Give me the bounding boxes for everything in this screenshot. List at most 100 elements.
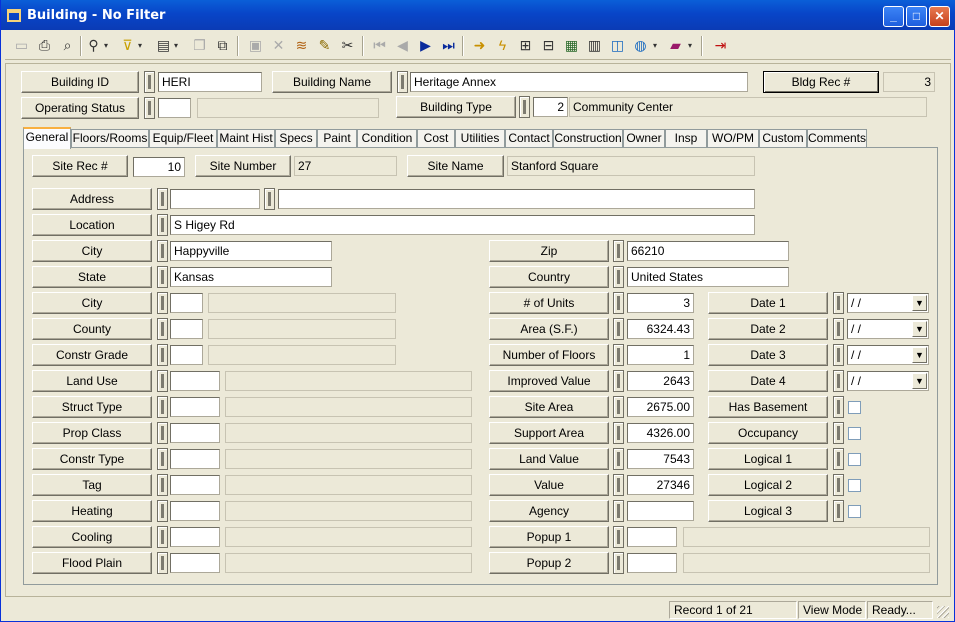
globe-icon[interactable]: ◍ xyxy=(630,35,651,56)
struct-type-field[interactable] xyxy=(170,397,220,417)
units-button[interactable]: # of Units xyxy=(489,292,609,314)
land-use-button[interactable]: Land Use xyxy=(32,370,152,392)
date3-picker[interactable]: / / ▼ xyxy=(847,345,929,365)
hierarchy-icon[interactable]: ⊞ xyxy=(515,35,536,56)
tab-equip-fleet[interactable]: Equip/Fleet xyxy=(149,129,217,148)
operating-status-button[interactable]: Operating Status xyxy=(21,97,139,119)
constr-grade-button[interactable]: Constr Grade xyxy=(32,344,152,366)
popup2-field[interactable] xyxy=(627,553,677,573)
popup1-field[interactable] xyxy=(627,527,677,547)
map-icon[interactable]: ▦ xyxy=(561,35,582,56)
first-record-icon[interactable]: ⏮ xyxy=(369,35,390,56)
site-number-button[interactable]: Site Number xyxy=(195,155,291,177)
flood-plain-field[interactable] xyxy=(170,553,220,573)
address-field-1[interactable] xyxy=(170,189,260,209)
chevron-down-icon[interactable]: ▼ xyxy=(912,347,927,363)
logical1-button[interactable]: Logical 1 xyxy=(708,448,828,470)
location-button[interactable]: Location xyxy=(32,214,152,236)
site-rec-button[interactable]: Site Rec # xyxy=(32,155,128,177)
support-area-button[interactable]: Support Area xyxy=(489,422,609,444)
site-area-field[interactable]: 2675.00 xyxy=(627,397,694,417)
heating-button[interactable]: Heating xyxy=(32,500,152,522)
chevron-down-icon[interactable]: ▼ xyxy=(912,373,927,389)
delete-icon[interactable]: ✕ xyxy=(268,35,289,56)
site-rec-field[interactable]: 10 xyxy=(133,157,185,177)
land-value-field[interactable]: 7543 xyxy=(627,449,694,469)
tab-utilities[interactable]: Utilities xyxy=(455,129,505,148)
constr-type-field[interactable] xyxy=(170,449,220,469)
improved-value-field[interactable]: 2643 xyxy=(627,371,694,391)
chevron-down-icon[interactable]: ▼ xyxy=(912,295,927,311)
go-to-icon[interactable]: ➜ xyxy=(469,35,490,56)
land-use-field[interactable] xyxy=(170,371,220,391)
site-name-button[interactable]: Site Name xyxy=(407,155,504,177)
occupancy-checkbox[interactable] xyxy=(848,427,861,440)
print-preview-icon[interactable]: ⌕ xyxy=(57,35,78,56)
tag-field[interactable] xyxy=(170,475,220,495)
prop-class-button[interactable]: Prop Class xyxy=(32,422,152,444)
number-of-floors-button[interactable]: Number of Floors xyxy=(489,344,609,366)
resize-grip-icon[interactable] xyxy=(937,606,949,618)
book-dropdown-icon[interactable]: ▾ xyxy=(685,35,695,56)
prev-record-icon[interactable]: ◀ xyxy=(392,35,413,56)
operating-status-field[interactable] xyxy=(158,98,191,118)
building-name-button[interactable]: Building Name xyxy=(272,71,392,93)
tab-construction[interactable]: Construction xyxy=(553,129,623,148)
popup1-button[interactable]: Popup 1 xyxy=(489,526,609,548)
building-name-field[interactable]: Heritage Annex xyxy=(410,72,748,92)
land-value-button[interactable]: Land Value xyxy=(489,448,609,470)
site-area-button[interactable]: Site Area xyxy=(489,396,609,418)
calculator-icon[interactable]: ▥ xyxy=(584,35,605,56)
building-type-field[interactable]: 2 xyxy=(533,97,568,117)
city-field[interactable]: Happyville xyxy=(170,241,332,261)
tab-custom[interactable]: Custom xyxy=(759,129,807,148)
tab-floors-rooms[interactable]: Floors/Rooms xyxy=(71,129,149,148)
building-id-button[interactable]: Building ID xyxy=(21,71,139,93)
location-field[interactable]: S Higey Rd xyxy=(170,215,755,235)
new-icon[interactable]: ▭ xyxy=(11,35,32,56)
copy-icon[interactable]: ❐ xyxy=(189,35,210,56)
cooling-field[interactable] xyxy=(170,527,220,547)
minimize-button[interactable]: _ xyxy=(883,6,904,27)
logical1-checkbox[interactable] xyxy=(848,453,861,466)
print-icon[interactable]: ⎙ xyxy=(34,35,55,56)
zip-field[interactable]: 66210 xyxy=(627,241,789,261)
next-record-icon[interactable]: ▶ xyxy=(415,35,436,56)
tag-button[interactable]: Tag xyxy=(32,474,152,496)
structure-icon[interactable]: ⊟ xyxy=(538,35,559,56)
cooling-button[interactable]: Cooling xyxy=(32,526,152,548)
agency-field[interactable] xyxy=(627,501,694,521)
value-field[interactable]: 27346 xyxy=(627,475,694,495)
number-of-floors-field[interactable]: 1 xyxy=(627,345,694,365)
date4-button[interactable]: Date 4 xyxy=(708,370,828,392)
constr-grade-field[interactable] xyxy=(170,345,203,365)
units-field[interactable]: 3 xyxy=(627,293,694,313)
state-field[interactable]: Kansas xyxy=(170,267,332,287)
improved-value-button[interactable]: Improved Value xyxy=(489,370,609,392)
find-dropdown-icon[interactable]: ▾ xyxy=(101,35,111,56)
tab-condition[interactable]: Condition xyxy=(357,129,417,148)
date1-button[interactable]: Date 1 xyxy=(708,292,828,314)
value-button[interactable]: Value xyxy=(489,474,609,496)
report-dropdown-icon[interactable]: ▾ xyxy=(171,35,181,56)
struct-type-button[interactable]: Struct Type xyxy=(32,396,152,418)
state-button[interactable]: State xyxy=(32,266,152,288)
last-record-icon[interactable]: ⏭ xyxy=(438,35,459,56)
address-field-2[interactable] xyxy=(278,189,755,209)
title-bar[interactable]: Building - No Filter _ □ ✕ xyxy=(1,0,955,30)
bldg-rec-button[interactable]: Bldg Rec # xyxy=(763,71,879,93)
tab-contact[interactable]: Contact xyxy=(505,129,553,148)
city-code-field[interactable] xyxy=(170,293,203,313)
has-basement-checkbox[interactable] xyxy=(848,401,861,414)
building-type-button[interactable]: Building Type xyxy=(396,96,516,118)
heating-field[interactable] xyxy=(170,501,220,521)
country-field[interactable]: United States xyxy=(627,267,789,287)
date2-button[interactable]: Date 2 xyxy=(708,318,828,340)
address-button[interactable]: Address xyxy=(32,188,152,210)
city-code-button[interactable]: City xyxy=(32,292,152,314)
maximize-button[interactable]: □ xyxy=(906,6,927,27)
cut-icon[interactable]: ✂ xyxy=(337,35,358,56)
save-icon[interactable]: ▣ xyxy=(245,35,266,56)
tab-specs[interactable]: Specs xyxy=(275,129,317,148)
edit-icon[interactable]: ✎ xyxy=(314,35,335,56)
